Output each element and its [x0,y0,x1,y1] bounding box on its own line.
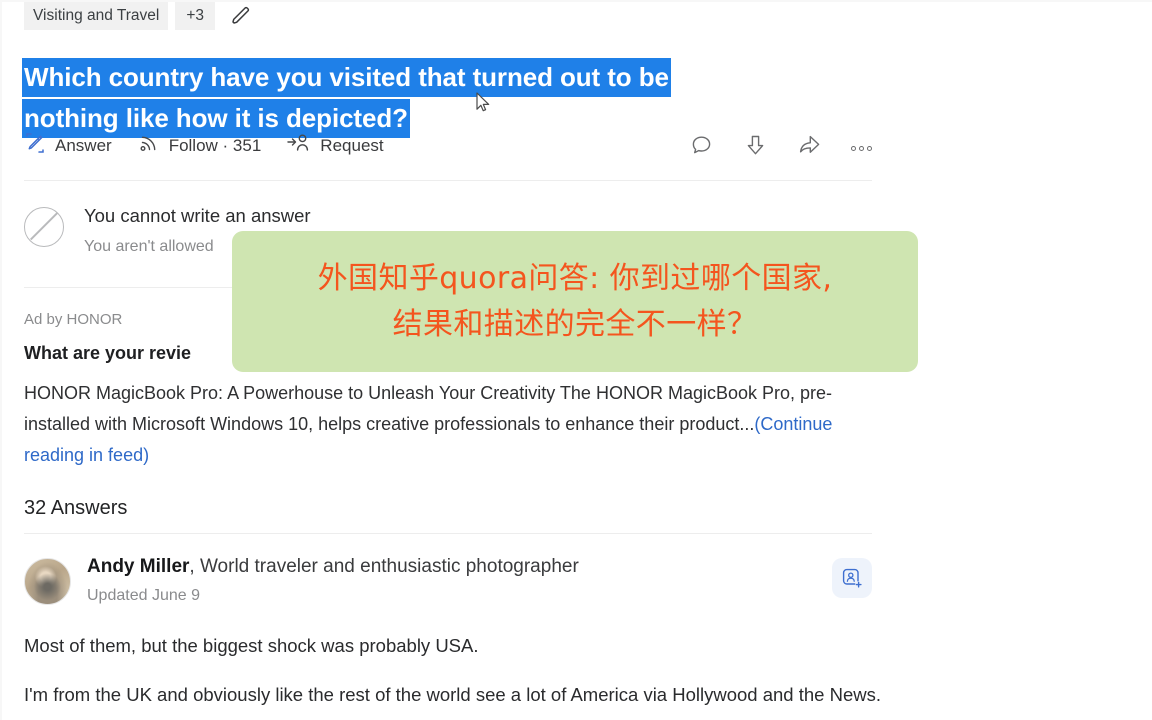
chinese-caption-overlay: 外国知乎quora问答: 你到过哪个国家, 结果和描述的完全不一样？ [232,231,918,372]
avatar[interactable] [24,558,71,605]
answer-author-block: Andy Miller, World traveler and enthusia… [87,556,579,605]
follow-button[interactable]: Follow · 351 [138,132,262,159]
no-entry-icon [24,207,64,247]
comment-bubble-icon[interactable] [689,133,714,163]
more-dots-icon[interactable] [851,145,872,151]
topic-chip-more-count[interactable]: +3 [175,2,216,30]
answer-header: Andy Miller, World traveler and enthusia… [24,556,872,605]
share-arrow-icon[interactable] [797,133,822,163]
answer-item: Andy Miller, World traveler and enthusia… [24,556,872,605]
divider [24,533,872,534]
pencil-icon[interactable] [226,2,256,30]
topic-chip-row: Visiting and Travel +3 [24,2,256,30]
question-title-selected: Which country have you visited that turn… [22,58,671,98]
person-add-request-icon [287,132,311,159]
add-person-icon[interactable] [832,558,872,598]
page-title: Which country have you visited that turn… [22,57,792,139]
window-left-edge [0,0,2,720]
quora-question-page: Visiting and Travel +3 Which country hav… [0,0,1152,720]
topic-chip-visiting-and-travel[interactable]: Visiting and Travel [24,2,169,30]
answer-body: Most of them, but the biggest shock was … [24,630,884,710]
answer-author-credential: , World traveler and enthusiastic photog… [189,556,579,577]
action-bar-left: Answer Follow · 351 Request [24,132,384,159]
pencil-edit-icon [24,132,46,159]
chinese-caption-line1: 外国知乎quora问答: 你到过哪个国家, [317,260,833,296]
answer-author-name[interactable]: Andy Miller [87,556,189,577]
chinese-caption-line2: 结果和描述的完全不一样？ [392,306,758,342]
ad-body-text: HONOR MagicBook Pro: A Powerhouse to Unl… [24,383,833,434]
action-bar-right [689,133,872,163]
answer-author-line: Andy Miller, World traveler and enthusia… [87,556,579,578]
cannot-write-title: You cannot write an answer [84,205,311,226]
mouse-pointer-icon [476,92,492,114]
ad-headline[interactable]: What are your revie [24,343,191,364]
answer-paragraph: Most of them, but the biggest shock was … [24,635,479,656]
follow-label: Follow · 351 [168,135,262,155]
answer-button[interactable]: Answer [24,132,112,159]
ad-body: HONOR MagicBook Pro: A Powerhouse to Unl… [24,378,872,471]
request-label: Request [320,135,384,155]
divider [24,180,872,181]
answers-count: 32 Answers [24,497,128,519]
request-button[interactable]: Request [287,132,384,159]
rss-follow-icon [138,132,160,159]
question-action-bar: Answer Follow · 351 Request [24,132,872,168]
chinese-caption-text: 外国知乎quora问答: 你到过哪个国家, 结果和描述的完全不一样？ [318,256,833,348]
downvote-arrow-icon[interactable] [743,133,768,163]
ad-attribution: Ad by HONOR [24,311,123,328]
answer-updated-date: Updated June 9 [87,587,200,604]
answer-label: Answer [55,135,112,155]
answer-paragraph: I'm from the UK and obviously like the r… [24,684,881,705]
